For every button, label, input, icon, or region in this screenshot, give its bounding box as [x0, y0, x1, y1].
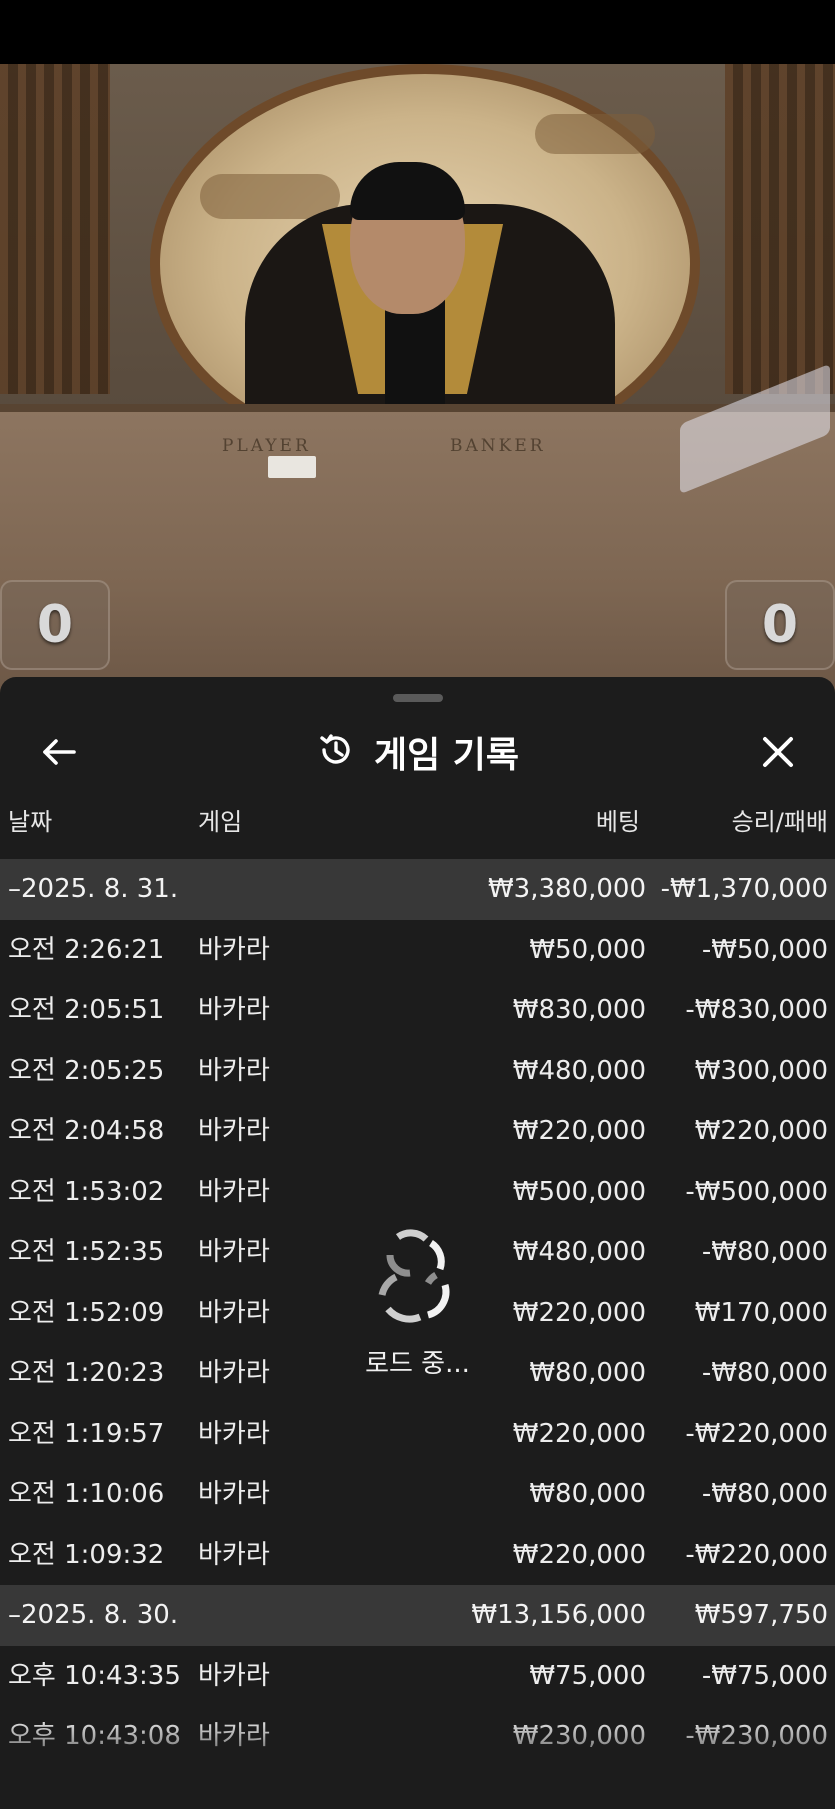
loading-text: 로드 중...	[365, 1349, 470, 1379]
row-game: 바카라	[198, 1479, 270, 1509]
row-win-loss: -₩80,000	[701, 1358, 828, 1388]
row-bet: ₩480,000	[512, 1237, 646, 1267]
row-win-loss: ₩220,000	[694, 1116, 828, 1146]
row-bet: ₩80,000	[529, 1358, 646, 1388]
row-bet: ₩220,000	[512, 1297, 646, 1328]
back-button[interactable]	[34, 727, 84, 777]
row-win-loss: -₩80,000	[701, 1237, 828, 1267]
table-label-banker: BANKER	[450, 436, 546, 456]
row-win-loss: -₩1,370,000	[660, 874, 828, 904]
row-bet: ₩3,380,000	[487, 874, 646, 904]
loading-indicator: 로드 중...	[355, 1225, 480, 1405]
table-row[interactable]: 오전 2:05:25 바카라 ₩480,000 ₩300,000	[0, 1041, 835, 1102]
table-row[interactable]: 오후 10:43:08 바카라 ₩230,000 -₩230,000	[0, 1706, 835, 1767]
table-row[interactable]: 오전 1:19:57 바카라 ₩220,000 -₩220,000	[0, 1404, 835, 1465]
row-win-loss: -₩220,000	[685, 1418, 828, 1449]
close-button[interactable]	[753, 727, 803, 777]
column-header-bet: 베팅	[595, 808, 640, 836]
row-date: 오전 1:20:23	[8, 1358, 165, 1388]
date-group-row[interactable]: –2025. 8. 30. ₩13,156,000 ₩597,750	[0, 1585, 835, 1646]
row-game: 바카라	[198, 934, 270, 965]
loading-spinner-icon	[378, 1229, 449, 1323]
row-bet: ₩220,000	[512, 1116, 646, 1146]
row-date: 오전 1:19:57	[8, 1418, 165, 1449]
row-bet: ₩830,000	[512, 995, 646, 1025]
table-label-player: PLAYER	[222, 436, 311, 456]
table-row[interactable]: 오후 10:43:35 바카라 ₩75,000 -₩75,000	[0, 1646, 835, 1707]
table-row[interactable]: 오전 2:05:51 바카라 ₩830,000 -₩830,000	[0, 980, 835, 1041]
row-bet: ₩220,000	[512, 1418, 646, 1449]
player-score: 0	[36, 595, 74, 655]
game-history-sheet: 게임 기록 날짜 게임 베팅 승리/패배 –2025. 8. 31. ₩3,380…	[0, 677, 835, 1809]
row-game: 바카라	[198, 1358, 270, 1388]
row-bet: ₩50,000	[529, 934, 646, 965]
row-win-loss: -₩230,000	[685, 1721, 828, 1751]
row-win-loss: -₩80,000	[701, 1479, 828, 1509]
sheet-title: 게임 기록	[373, 735, 519, 776]
row-date: 오후 10:43:35	[8, 1660, 181, 1691]
row-date: 오전 1:53:02	[8, 1176, 165, 1207]
row-date: 오전 2:04:58	[8, 1116, 165, 1146]
row-date: 오전 1:10:06	[8, 1479, 165, 1509]
row-date: 오전 1:52:35	[8, 1237, 165, 1267]
row-win-loss: -₩50,000	[701, 934, 828, 965]
row-bet: ₩75,000	[529, 1660, 646, 1691]
row-date: 오전 2:26:21	[8, 934, 165, 965]
live-video-feed: PLAYER BANKER 0 0	[0, 0, 835, 700]
decor-panel-left	[0, 64, 110, 394]
column-header-date: 날짜	[8, 808, 53, 836]
table-row[interactable]: 오전 1:09:32 바카라 ₩220,000 -₩220,000	[0, 1525, 835, 1586]
row-bet: ₩80,000	[529, 1479, 646, 1509]
row-win-loss: ₩300,000	[694, 1055, 828, 1086]
row-game: 바카라	[198, 1721, 270, 1751]
arrow-left-icon	[43, 739, 76, 765]
row-game: 바카라	[198, 1176, 270, 1207]
row-date: –2025. 8. 31.	[8, 874, 179, 904]
row-date: 오후 10:43:08	[8, 1721, 181, 1751]
row-win-loss: -₩220,000	[685, 1539, 828, 1570]
row-game: 바카라	[198, 1116, 270, 1146]
drag-handle[interactable]	[393, 694, 443, 702]
row-bet: ₩220,000	[512, 1539, 646, 1570]
cloud-decoration	[535, 114, 655, 154]
table-row[interactable]: 오전 1:53:02 바카라 ₩500,000 -₩500,000	[0, 1162, 835, 1223]
row-game: 바카라	[198, 1418, 270, 1449]
row-game: 바카라	[198, 1055, 270, 1086]
row-game: 바카라	[198, 1660, 270, 1691]
banker-score-box: 0	[725, 580, 835, 670]
row-date: 오전 1:52:09	[8, 1297, 165, 1328]
row-date: 오전 1:09:32	[8, 1539, 165, 1570]
decor-panel-right	[725, 64, 835, 394]
table-row[interactable]: 오전 1:10:06 바카라 ₩80,000 -₩80,000	[0, 1464, 835, 1525]
row-bet: ₩500,000	[512, 1176, 646, 1207]
row-game: 바카라	[198, 1237, 270, 1267]
date-group-row[interactable]: –2025. 8. 31. ₩3,380,000 -₩1,370,000	[0, 859, 835, 920]
row-game: 바카라	[198, 1539, 270, 1570]
row-bet: ₩230,000	[512, 1721, 646, 1751]
row-win-loss: ₩170,000	[694, 1297, 828, 1328]
row-win-loss: -₩830,000	[685, 995, 828, 1025]
playing-card	[268, 456, 316, 478]
banker-score: 0	[761, 595, 799, 655]
row-win-loss: -₩75,000	[701, 1660, 828, 1691]
row-game: 바카라	[198, 1297, 270, 1328]
column-header-game: 게임	[198, 808, 243, 836]
table-row[interactable]: 오전 2:26:21 바카라 ₩50,000 -₩50,000	[0, 920, 835, 981]
dealer-scene: PLAYER BANKER	[0, 64, 835, 700]
column-header-win-loss: 승리/패배	[731, 808, 828, 836]
title-group: 게임 기록	[0, 717, 835, 787]
close-icon	[763, 737, 793, 767]
table-row[interactable]: 오전 2:04:58 바카라 ₩220,000 ₩220,000	[0, 1101, 835, 1162]
row-game: 바카라	[198, 995, 270, 1025]
row-win-loss: -₩500,000	[685, 1176, 828, 1207]
sheet-header: 게임 기록	[0, 717, 835, 787]
row-date: 오전 2:05:25	[8, 1055, 165, 1086]
row-date: –2025. 8. 30.	[8, 1600, 179, 1630]
player-score-box: 0	[0, 580, 110, 670]
row-bet: ₩13,156,000	[471, 1600, 646, 1630]
history-icon	[316, 730, 356, 774]
row-bet: ₩480,000	[512, 1055, 646, 1086]
row-date: 오전 2:05:51	[8, 995, 165, 1025]
row-win-loss: ₩597,750	[694, 1600, 828, 1630]
